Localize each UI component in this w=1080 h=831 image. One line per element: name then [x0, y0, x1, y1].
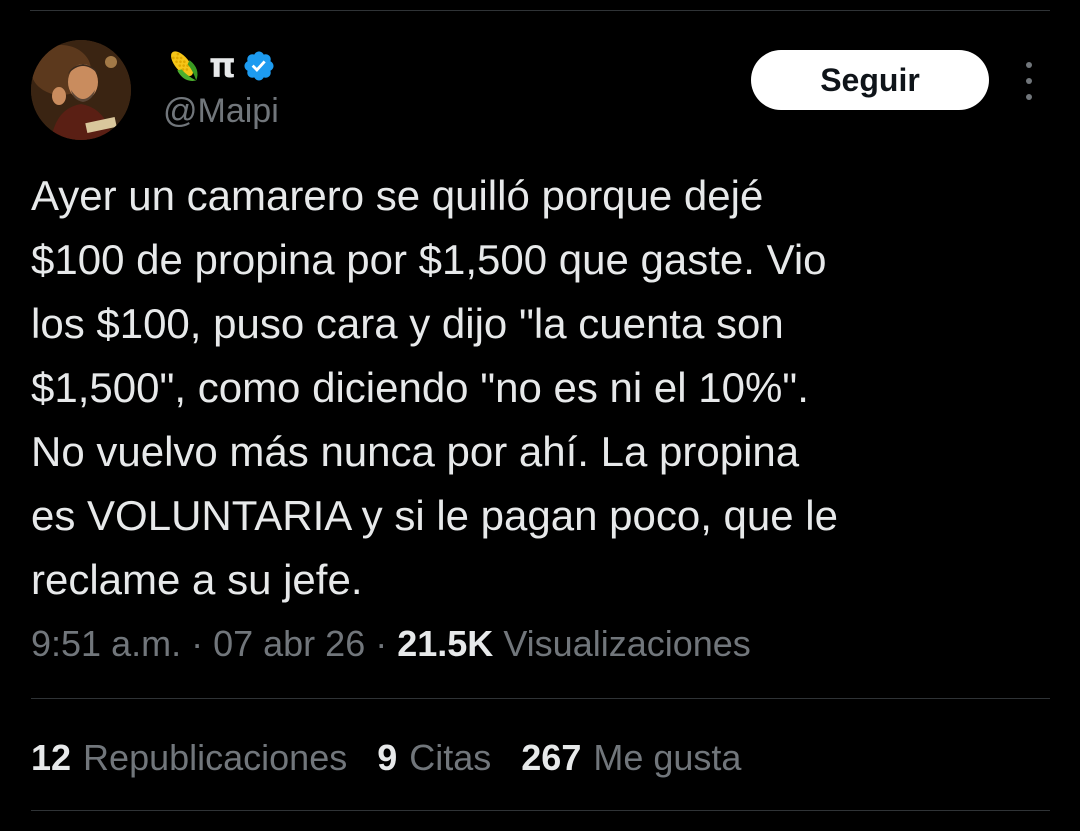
tweet-date[interactable]: 07 abr 26 [213, 623, 365, 664]
corn-icon [171, 51, 198, 81]
more-dot [1026, 94, 1032, 100]
quotes-count: 9 [377, 737, 398, 778]
follow-button[interactable]: Seguir [751, 50, 989, 110]
views-label: Visualizaciones [503, 623, 751, 664]
likes-count: 267 [521, 737, 582, 778]
divider [31, 810, 1050, 811]
top-divider [30, 10, 1050, 11]
tweet-text-line: reclame a su jefe. [31, 556, 363, 603]
meta-separator: · [365, 623, 398, 664]
tweet-text-line: los $100, puso cara y dijo "la cuenta so… [31, 300, 784, 347]
reposts-label: Republicaciones [83, 737, 348, 778]
author-name-row[interactable]: π [163, 44, 276, 88]
author-handle[interactable]: @Maipi [163, 94, 279, 128]
tweet-text-line: $100 de propina por $1,500 que gaste. Vi… [31, 236, 827, 283]
reposts-stat[interactable]: 12 Republicaciones [31, 734, 347, 782]
tweet-text: Ayer un camarero se quilló porque dejé $… [31, 164, 1031, 612]
meta-separator: · [181, 623, 214, 664]
quotes-stat[interactable]: 9 Citas [377, 734, 491, 782]
more-vertical-icon[interactable] [1018, 62, 1040, 100]
reposts-count: 12 [31, 737, 72, 778]
verified-badge-icon [244, 51, 274, 81]
tweet-time[interactable]: 9:51 a.m. [31, 623, 181, 664]
quotes-label: Citas [409, 737, 492, 778]
more-dot [1026, 62, 1032, 68]
avatar[interactable] [31, 40, 131, 140]
tweet-text-line: No vuelvo más nunca por ahí. La propina [31, 428, 800, 475]
tweet-text-line: Ayer un camarero se quilló porque dejé [31, 172, 764, 219]
more-dot [1026, 78, 1032, 84]
likes-label: Me gusta [593, 737, 742, 778]
divider [31, 698, 1050, 699]
views-count: 21.5K [397, 623, 494, 664]
tweet-text-line: es VOLUNTARIA y si le pagan poco, que le [31, 492, 838, 539]
avatar-image [31, 40, 131, 140]
tweet-stats: 12 Republicaciones 9 Citas 267 Me gusta [31, 734, 741, 782]
tweet-meta: 9:51 a.m. · 07 abr 26 · 21.5K Visualizac… [31, 620, 751, 668]
author-display-name: π [209, 46, 236, 86]
tweet-text-line: $1,500", como diciendo "no es ni el 10%"… [31, 364, 809, 411]
likes-stat[interactable]: 267 Me gusta [521, 734, 741, 782]
